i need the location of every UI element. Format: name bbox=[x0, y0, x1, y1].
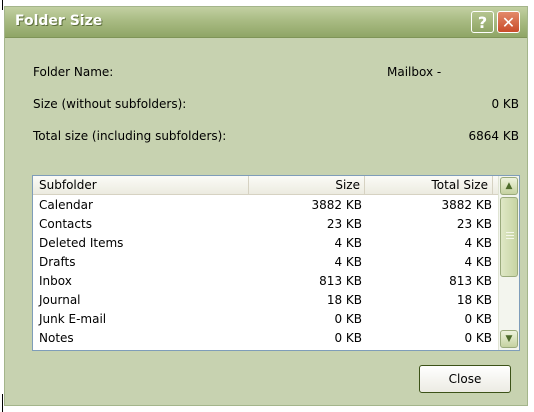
column-header-subfolder[interactable]: Subfolder bbox=[33, 176, 249, 194]
help-button[interactable]: ? bbox=[471, 11, 494, 33]
list-item[interactable]: Junk E-mail 0 KB 0 KB bbox=[33, 310, 498, 329]
subfolder-list[interactable]: Subfolder Size Total Size Calendar 3882 … bbox=[32, 175, 520, 351]
close-icon: ✕ bbox=[501, 12, 516, 32]
subfolder-total-size: 18 KB bbox=[456, 293, 492, 307]
list-item[interactable]: Calendar 3882 KB 3882 KB bbox=[33, 196, 498, 215]
subfolder-total-size: 3882 KB bbox=[441, 198, 492, 212]
total-size-value: 6864 KB bbox=[468, 129, 519, 143]
size-label: Size (without subfolders): bbox=[33, 97, 187, 111]
thumb-grip bbox=[506, 232, 514, 233]
subfolder-name: Inbox bbox=[39, 274, 72, 288]
folder-name-label: Folder Name: bbox=[33, 65, 114, 79]
scroll-thumb[interactable] bbox=[500, 197, 518, 277]
help-icon: ? bbox=[477, 12, 488, 32]
column-header-total-size[interactable]: Total Size bbox=[365, 176, 493, 194]
size-value: 0 KB bbox=[491, 97, 519, 111]
title-bar[interactable]: Folder Size ? ✕ bbox=[5, 7, 527, 38]
subfolder-name: Junk E-mail bbox=[39, 312, 107, 326]
folder-name-value: Mailbox - bbox=[387, 65, 442, 79]
list-rows: Calendar 3882 KB 3882 KB Contacts 23 KB … bbox=[33, 196, 498, 348]
subfolder-size: 4 KB bbox=[334, 255, 362, 269]
subfolder-total-size: 23 KB bbox=[456, 217, 492, 231]
subfolder-name: Contacts bbox=[39, 217, 92, 231]
subfolder-total-size: 813 KB bbox=[449, 274, 492, 288]
subfolder-size: 23 KB bbox=[326, 217, 362, 231]
arrow-up-icon: ▲ bbox=[505, 181, 513, 191]
folder-size-dialog: Folder Size ? ✕ Folder Name: Mailbox - S… bbox=[4, 6, 528, 406]
close-button[interactable]: Close bbox=[419, 365, 511, 393]
subfolder-name: Calendar bbox=[39, 198, 93, 212]
subfolder-size: 0 KB bbox=[334, 312, 362, 326]
list-item[interactable]: Notes 0 KB 0 KB bbox=[33, 329, 498, 348]
list-item[interactable]: Inbox 813 KB 813 KB bbox=[33, 272, 498, 291]
subfolder-size: 3882 KB bbox=[311, 198, 362, 212]
thumb-grip bbox=[506, 238, 514, 239]
subfolder-name: Drafts bbox=[39, 255, 76, 269]
subfolder-name: Journal bbox=[39, 293, 81, 307]
edge-mark bbox=[2, 0, 3, 10]
total-size-label: Total size (including subfolders): bbox=[33, 129, 227, 143]
subfolder-size: 0 KB bbox=[334, 331, 362, 345]
subfolder-size: 18 KB bbox=[326, 293, 362, 307]
subfolder-size: 813 KB bbox=[319, 274, 362, 288]
subfolder-total-size: 4 KB bbox=[464, 236, 492, 250]
thumb-grip bbox=[506, 235, 514, 236]
list-item[interactable]: Contacts 23 KB 23 KB bbox=[33, 215, 498, 234]
edge-mark bbox=[2, 394, 3, 412]
column-header-size[interactable]: Size bbox=[249, 176, 365, 194]
scroll-up-button[interactable]: ▲ bbox=[500, 177, 518, 195]
subfolder-total-size: 4 KB bbox=[464, 255, 492, 269]
vertical-scrollbar[interactable]: ▲ ▼ bbox=[498, 176, 519, 350]
subfolder-total-size: 0 KB bbox=[464, 312, 492, 326]
subfolder-total-size: 0 KB bbox=[464, 331, 492, 345]
subfolder-name: Deleted Items bbox=[39, 236, 124, 250]
scroll-down-button[interactable]: ▼ bbox=[500, 330, 518, 348]
list-header: Subfolder Size Total Size bbox=[33, 176, 498, 195]
list-item[interactable]: Deleted Items 4 KB 4 KB bbox=[33, 234, 498, 253]
subfolder-name: Notes bbox=[39, 331, 74, 345]
window-title: Folder Size bbox=[15, 13, 103, 29]
list-item[interactable]: Drafts 4 KB 4 KB bbox=[33, 253, 498, 272]
list-item[interactable]: Journal 18 KB 18 KB bbox=[33, 291, 498, 310]
subfolder-size: 4 KB bbox=[334, 236, 362, 250]
close-window-button[interactable]: ✕ bbox=[497, 11, 520, 33]
arrow-down-icon: ▼ bbox=[505, 334, 513, 344]
